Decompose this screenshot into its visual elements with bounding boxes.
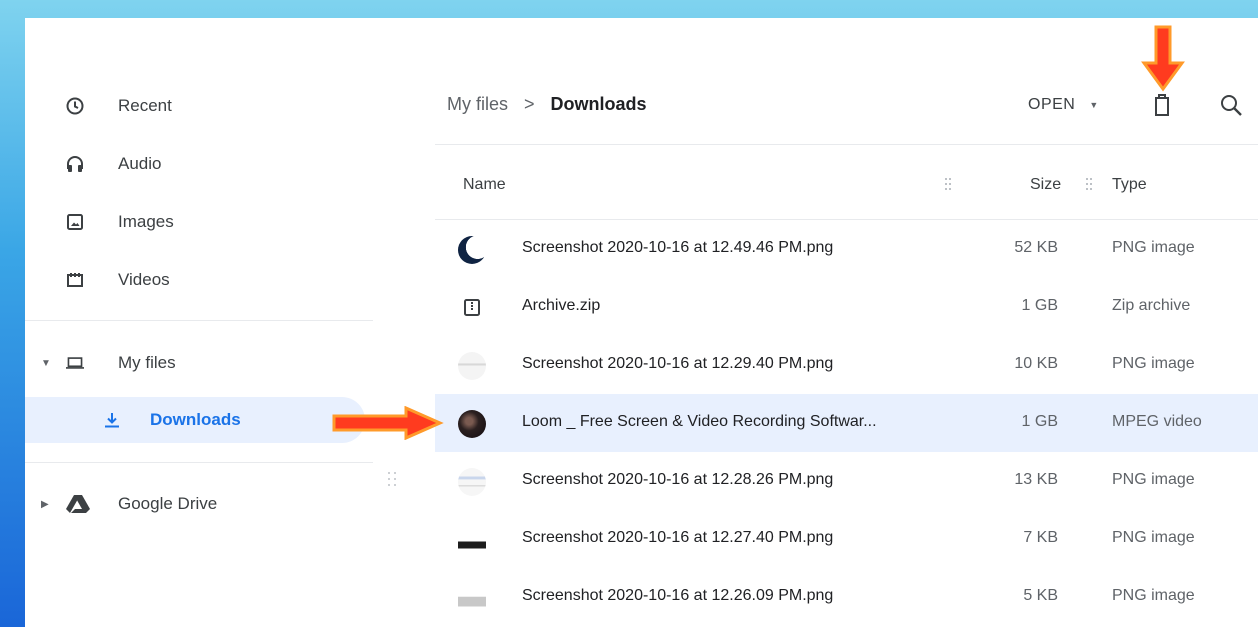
file-thumbnail: [458, 526, 486, 554]
file-thumbnail: [458, 584, 486, 612]
file-type: PNG image: [1112, 355, 1195, 372]
sidebar-item-downloads[interactable]: Downloads: [25, 397, 365, 443]
sidebar-item-label: Downloads: [150, 410, 241, 429]
sidebar-item-google-drive[interactable]: ▶ Google Drive: [25, 481, 365, 527]
table-row[interactable]: Screenshot 2020-10-16 at 12.49.46 PM.png…: [435, 220, 1258, 278]
column-header-name[interactable]: Name: [463, 176, 506, 194]
file-size: 1 GB: [1021, 413, 1058, 430]
file-type: Zip archive: [1112, 297, 1191, 314]
sidebar-item-images[interactable]: Images: [25, 199, 365, 245]
sidebar-item-audio[interactable]: Audio: [25, 141, 365, 187]
breadcrumb-current: Downloads: [550, 94, 647, 114]
breadcrumb-root[interactable]: My files: [447, 94, 508, 115]
file-name: Screenshot 2020-10-16 at 12.27.40 PM.png: [522, 529, 834, 546]
file-size: 5 KB: [1023, 587, 1058, 604]
open-button[interactable]: OPEN ▼: [1028, 96, 1099, 114]
file-name: Archive.zip: [522, 297, 601, 314]
sidebar-item-recent[interactable]: Recent: [25, 83, 365, 129]
files-app-window: Recent Audio Images Videos ▼ My files Do…: [25, 18, 1258, 627]
column-resize-handle[interactable]: [1086, 178, 1092, 192]
file-size: 13 KB: [1014, 471, 1058, 488]
file-name: Screenshot 2020-10-16 at 12.29.40 PM.png: [522, 355, 834, 372]
file-thumbnail: [458, 468, 486, 496]
column-header-type[interactable]: Type: [1112, 176, 1147, 194]
sidebar-item-label: Google Drive: [118, 494, 218, 513]
download-icon: [103, 411, 121, 429]
file-name: Screenshot 2020-10-16 at 12.26.09 PM.png: [522, 587, 834, 604]
search-button[interactable]: [1219, 93, 1243, 117]
sidebar-divider: [25, 320, 373, 321]
delete-button[interactable]: [1151, 93, 1173, 117]
breadcrumb-separator: >: [524, 94, 535, 114]
table-row[interactable]: Screenshot 2020-10-16 at 12.27.40 PM.png…: [435, 510, 1258, 568]
archive-icon: [458, 294, 486, 322]
sidebar-resize-handle[interactable]: [388, 472, 398, 494]
file-name: Screenshot 2020-10-16 at 12.49.46 PM.png: [522, 239, 834, 256]
sidebar-item-label: Recent: [118, 96, 172, 115]
sidebar-divider: [25, 462, 373, 463]
file-thumbnail: [458, 410, 486, 438]
file-type: MPEG video: [1112, 413, 1202, 430]
file-type: PNG image: [1112, 587, 1195, 604]
laptop-icon: [66, 354, 84, 372]
file-type: PNG image: [1112, 529, 1195, 546]
sidebar-item-label: Images: [118, 212, 174, 231]
file-thumbnail: [458, 236, 486, 264]
column-resize-handle[interactable]: [945, 178, 951, 192]
sidebar-item-label: My files: [118, 353, 176, 372]
header-divider: [435, 144, 1258, 145]
file-size: 10 KB: [1014, 355, 1058, 372]
sidebar-item-label: Videos: [118, 270, 170, 289]
file-size: 1 GB: [1021, 297, 1058, 314]
file-size: 7 KB: [1023, 529, 1058, 546]
drive-icon: [66, 495, 90, 513]
collapse-arrow-icon[interactable]: ▼: [41, 358, 51, 369]
file-name: Screenshot 2020-10-16 at 12.28.26 PM.png: [522, 471, 834, 488]
table-row[interactable]: Archive.zip 1 GB Zip archive: [435, 278, 1258, 336]
sidebar-item-my-files[interactable]: ▼ My files: [25, 340, 365, 386]
annotation-arrow-right-icon: [332, 406, 444, 440]
file-thumbnail: [458, 352, 486, 380]
chevron-down-icon: ▼: [1089, 100, 1099, 110]
column-header-size[interactable]: Size: [1030, 176, 1061, 194]
file-size: 52 KB: [1014, 239, 1058, 256]
open-button-label: OPEN: [1028, 96, 1076, 113]
sidebar: Recent Audio Images Videos ▼ My files Do…: [25, 18, 396, 627]
sidebar-item-label: Audio: [118, 154, 162, 173]
headphones-icon: [66, 155, 84, 173]
file-name: Loom _ Free Screen & Video Recording Sof…: [522, 413, 877, 430]
table-row[interactable]: Screenshot 2020-10-16 at 12.29.40 PM.png…: [435, 336, 1258, 394]
annotation-arrow-down-icon: [1141, 25, 1185, 92]
video-icon: [66, 271, 84, 289]
file-type: PNG image: [1112, 471, 1195, 488]
image-icon: [66, 213, 84, 231]
sidebar-item-videos[interactable]: Videos: [25, 257, 365, 303]
file-type: PNG image: [1112, 239, 1195, 256]
search-icon: [1221, 95, 1242, 116]
trash-icon: [1155, 94, 1169, 116]
table-row-selected[interactable]: Loom _ Free Screen & Video Recording Sof…: [435, 394, 1258, 452]
table-row[interactable]: Screenshot 2020-10-16 at 12.26.09 PM.png…: [435, 568, 1258, 626]
breadcrumb: My files > Downloads: [447, 94, 647, 115]
expand-arrow-icon[interactable]: ▶: [41, 499, 49, 510]
clock-icon: [66, 97, 84, 115]
table-row[interactable]: Screenshot 2020-10-16 at 12.28.26 PM.png…: [435, 452, 1258, 510]
